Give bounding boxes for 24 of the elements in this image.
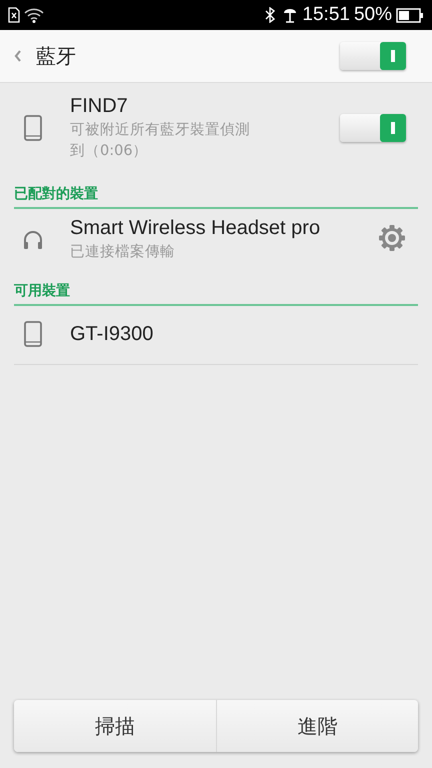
battery-percent: 50% [354, 4, 392, 26]
back-icon[interactable] [14, 50, 22, 62]
device-name: Smart Wireless Headset pro [70, 217, 322, 240]
device-status: 已連接檔案傳輸 [70, 242, 176, 262]
device-row[interactable]: Smart Wireless Headset pro 已連接檔案傳輸 [0, 209, 432, 270]
device-status: 可被附近所有藍牙裝置偵測到（0:06） [70, 121, 251, 160]
toggle-switch[interactable] [340, 114, 406, 142]
headphones-icon [22, 228, 44, 251]
device-name: FIND7 [70, 95, 129, 118]
settings-icon[interactable] [378, 224, 406, 252]
clock-time: 15:51 [302, 4, 350, 26]
action-button[interactable]: 進階 [216, 700, 418, 752]
battery-icon [396, 8, 424, 22]
toggle-switch[interactable] [340, 42, 406, 70]
page-title: 藍牙 [36, 42, 77, 70]
device-name: GT-I9300 [70, 322, 154, 346]
phone-icon [24, 115, 42, 141]
section-header: 已配對的裝置 [14, 186, 98, 202]
phone-icon [24, 321, 42, 348]
action-button[interactable]: 掃描 [14, 700, 216, 752]
wifi-icon [24, 7, 44, 23]
device-row[interactable]: GT-I9300 [0, 306, 432, 362]
sim-icon [8, 7, 20, 23]
section-header: 可用裝置 [14, 283, 70, 300]
